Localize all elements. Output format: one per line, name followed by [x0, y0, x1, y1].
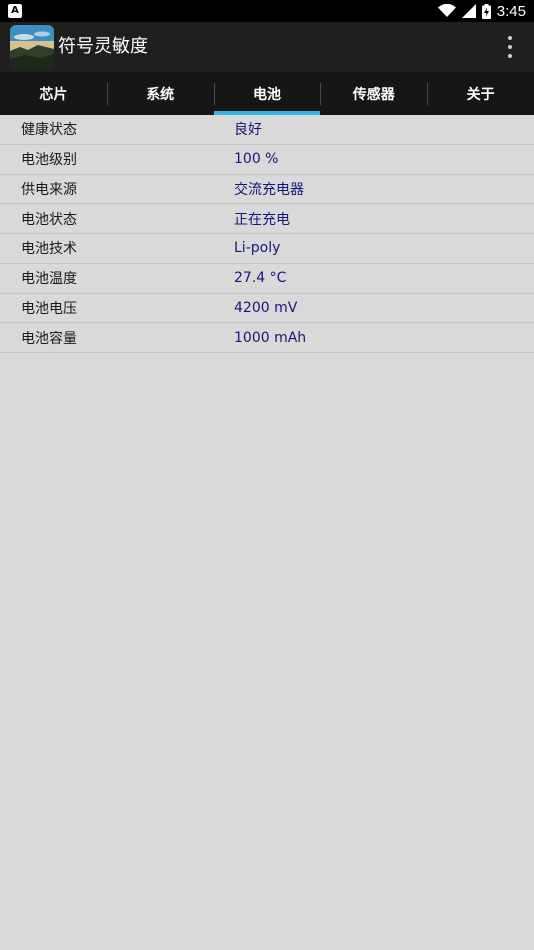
status-icons: 3:45: [437, 0, 526, 22]
info-row-voltage: 电池电压 4200 mV: [0, 294, 534, 324]
tab-system[interactable]: 系统: [106, 72, 214, 115]
info-label: 电池级别: [21, 152, 77, 169]
cellular-signal-icon: [461, 4, 476, 18]
battery-info-list: 健康状态 良好 电池级别 100 % 供电来源 交流充电器 电池状态 正在充电 …: [0, 115, 534, 353]
info-row-technology: 电池技术 Li-poly: [0, 234, 534, 264]
info-value: 100 %: [234, 151, 279, 168]
battery-charging-icon: [481, 3, 491, 19]
info-value: 正在充电: [234, 211, 290, 228]
info-value: 4200 mV: [234, 299, 298, 316]
info-row-health: 健康状态 良好: [0, 115, 534, 145]
info-row-capacity: 电池容量 1000 mAh: [0, 323, 534, 353]
wifi-icon: [437, 4, 456, 17]
info-label: 电池技术: [21, 241, 77, 258]
tab-about[interactable]: 关于: [427, 72, 534, 115]
info-value: 27.4 °C: [234, 270, 287, 287]
info-value: Li-poly: [234, 240, 281, 257]
info-row-status: 电池状态 正在充电: [0, 204, 534, 234]
info-value: 交流充电器: [234, 181, 304, 198]
tab-chip[interactable]: 芯片: [0, 72, 107, 115]
info-row-level: 电池级别 100 %: [0, 145, 534, 175]
tab-battery[interactable]: 电池: [213, 72, 321, 115]
info-label: 电池电压: [21, 300, 77, 317]
info-row-temperature: 电池温度 27.4 °C: [0, 264, 534, 294]
overflow-menu-icon[interactable]: [504, 36, 516, 58]
info-value: 1000 mAh: [234, 329, 307, 346]
status-bar: A 3:45: [0, 0, 534, 22]
tab-bar: 芯片 系统 电池 传感器 关于: [0, 72, 534, 115]
info-row-power-source: 供电来源 交流充电器: [0, 175, 534, 205]
info-label: 供电来源: [21, 181, 77, 198]
info-label: 健康状态: [21, 122, 77, 139]
app-landscape-icon: [10, 25, 54, 69]
tab-sensors[interactable]: 传感器: [320, 72, 427, 115]
app-bar: 符号灵敏度: [0, 22, 534, 72]
info-label: 电池状态: [21, 211, 77, 228]
status-time: 3:45: [496, 2, 526, 20]
info-label: 电池温度: [21, 271, 77, 288]
info-label: 电池容量: [21, 330, 77, 347]
app-title: 符号灵敏度: [58, 36, 148, 57]
notification-badge: A: [8, 4, 22, 18]
info-value: 良好: [234, 122, 262, 139]
